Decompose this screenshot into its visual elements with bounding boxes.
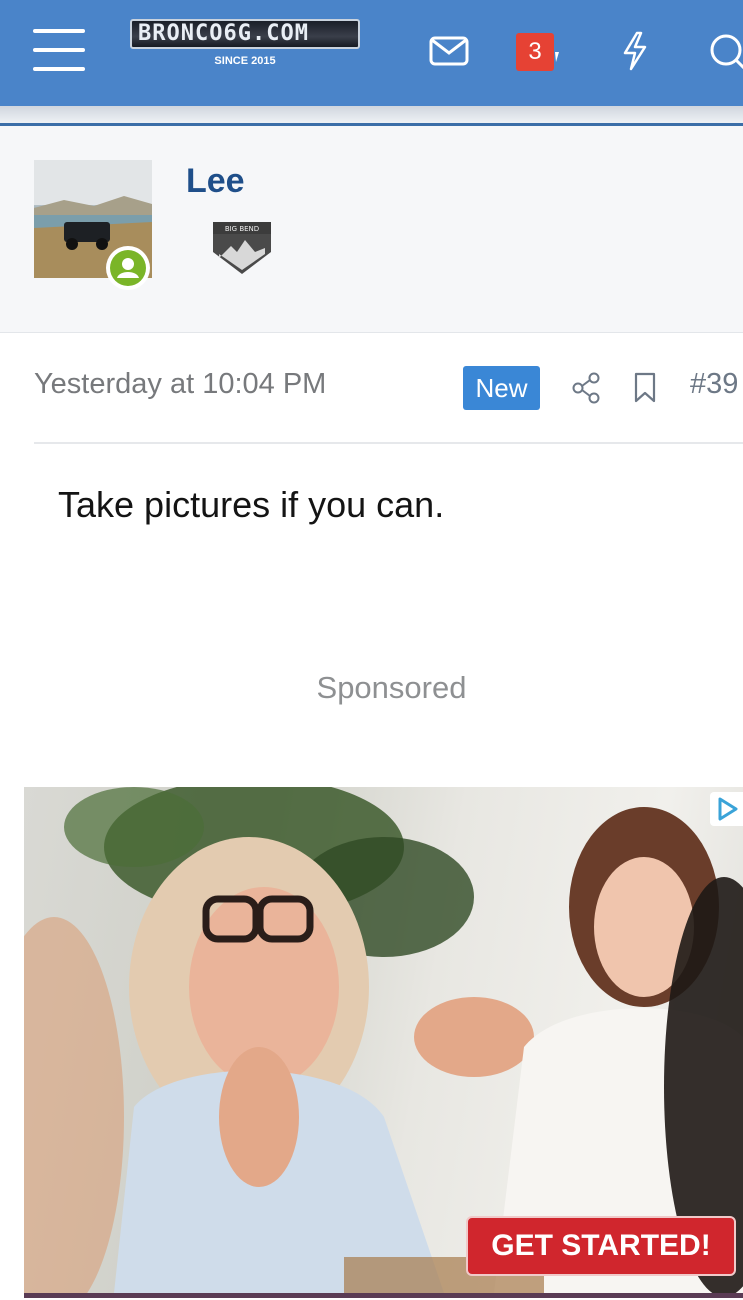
logo-tagline: SINCE 2015 <box>214 55 276 67</box>
big-bend-badge-icon: BIG BEND <box>213 222 271 274</box>
meta-divider <box>34 442 743 444</box>
badge-tail-icon <box>555 52 559 62</box>
lightning-icon[interactable] <box>621 31 649 71</box>
top-navigation-bar: BRONCO6G.COM SINCE 2015 3 <box>0 0 743 106</box>
get-started-button[interactable]: GET STARTED! <box>466 1216 736 1276</box>
adchoices-icon[interactable] <box>710 792 743 826</box>
post-number-link[interactable]: #39 <box>690 368 738 401</box>
search-icon[interactable] <box>708 32 743 72</box>
bookmark-icon[interactable] <box>633 372 657 404</box>
adchoices-play-icon <box>718 797 738 821</box>
alerts-badge[interactable]: 3 <box>516 33 554 71</box>
envelope-icon[interactable] <box>429 36 469 66</box>
username-link[interactable]: Lee <box>186 162 245 201</box>
share-icon[interactable] <box>572 372 602 404</box>
site-logo[interactable]: BRONCO6G.COM SINCE 2015 <box>130 19 360 75</box>
ad-bottom-border <box>24 1293 743 1298</box>
post-timestamp[interactable]: Yesterday at 10:04 PM <box>34 368 326 401</box>
user-icon <box>117 258 139 278</box>
menu-icon[interactable] <box>33 29 85 73</box>
online-status-badge <box>106 246 150 290</box>
new-post-badge: New <box>463 366 540 410</box>
post-message: Take pictures if you can. <box>58 484 445 525</box>
header-shadow <box>0 106 743 123</box>
post-author-panel: Lee BIG BEND <box>0 126 743 458</box>
logo-wordmark: BRONCO6G.COM <box>130 19 360 49</box>
badge-label: BIG BEND <box>225 225 259 233</box>
sponsored-label: Sponsored <box>316 670 467 705</box>
